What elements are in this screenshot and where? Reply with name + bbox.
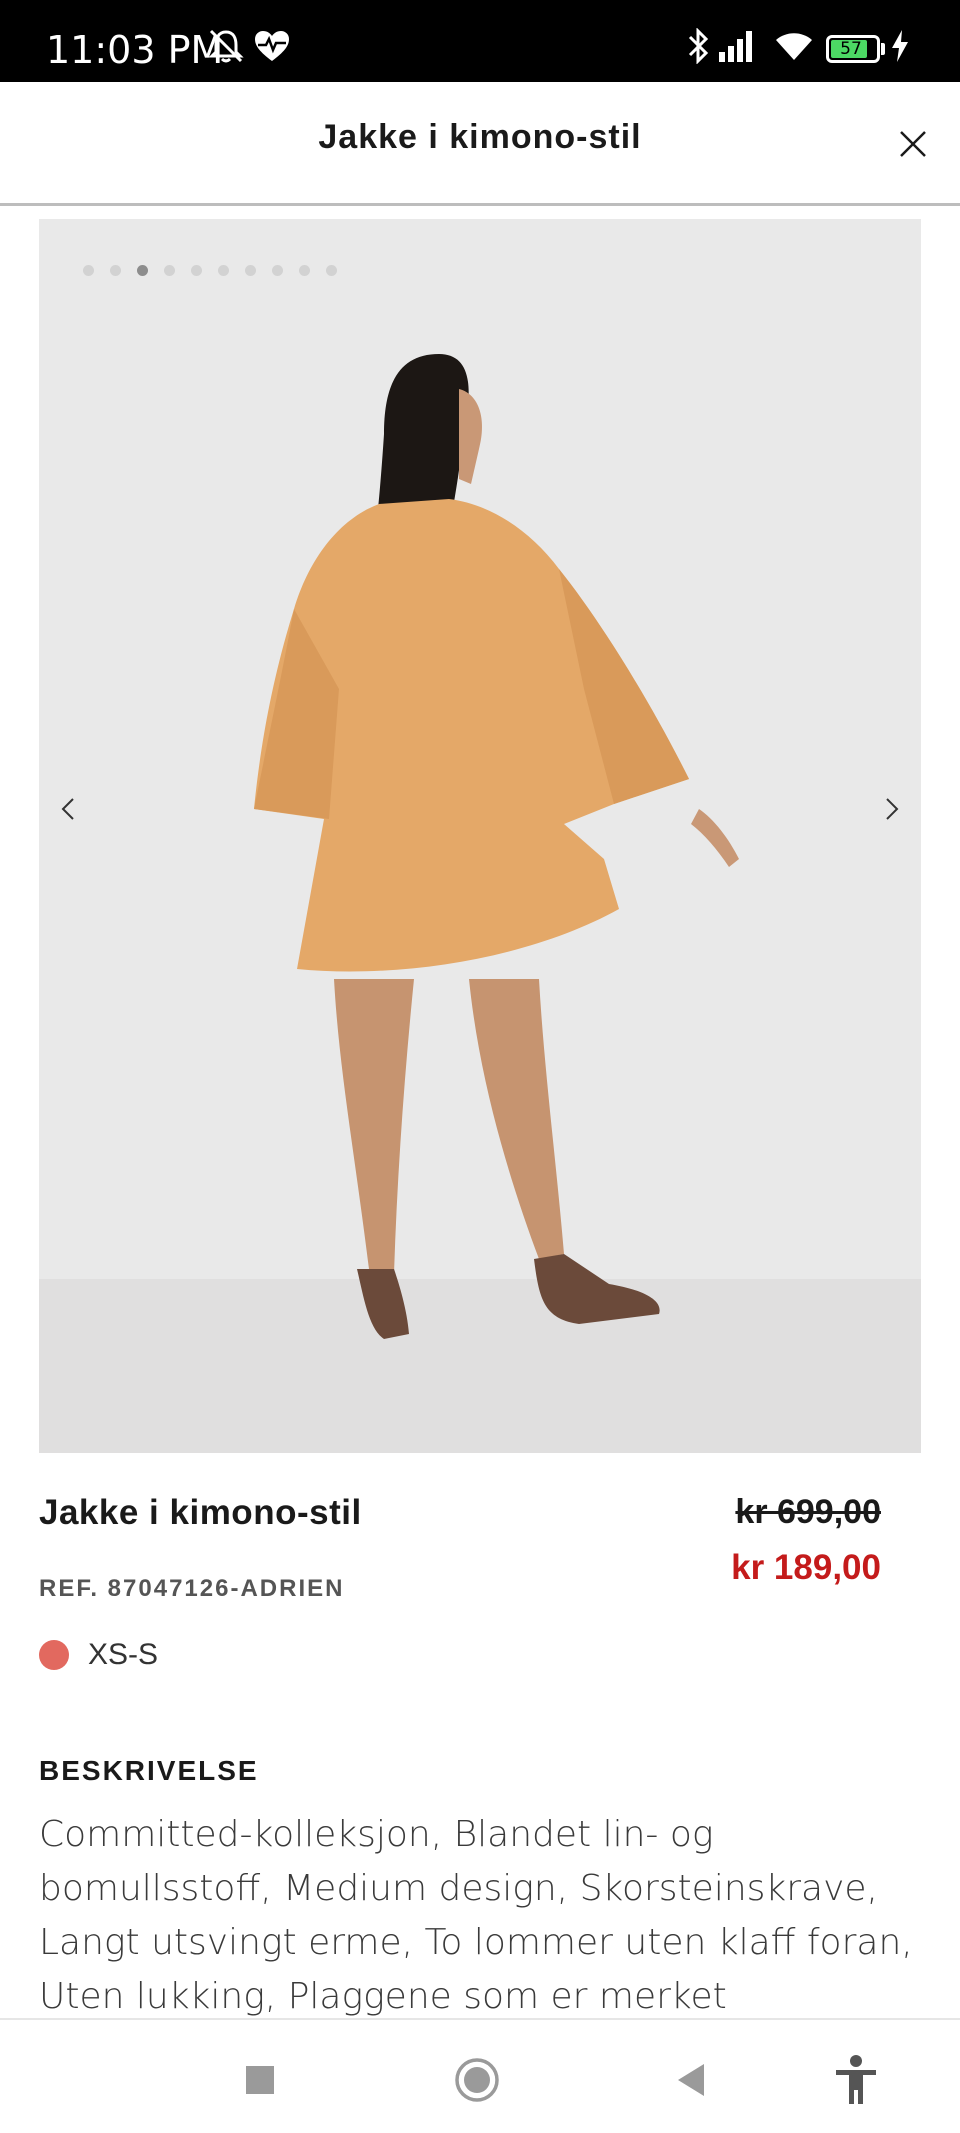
page-header: Jakke i kimono-stil — [0, 82, 960, 206]
close-icon[interactable] — [893, 124, 933, 164]
battery-icon: 57 — [826, 35, 880, 63]
chevron-right-icon[interactable] — [871, 789, 911, 829]
product-reference: REF. 87047126-ADRIEN — [39, 1575, 345, 1602]
home-icon[interactable] — [449, 2052, 505, 2108]
status-bar: 11:03 PM 57 — [0, 0, 960, 82]
pagination-dot[interactable] — [83, 265, 94, 276]
charging-icon — [892, 30, 908, 62]
pagination-dot[interactable] — [218, 265, 229, 276]
product-name: Jakke i kimono-stil — [39, 1493, 362, 1532]
pagination-dot[interactable] — [272, 265, 283, 276]
accessibility-icon[interactable] — [828, 2052, 884, 2108]
back-icon[interactable] — [664, 2052, 720, 2108]
battery-level: 57 — [840, 39, 862, 59]
bluetooth-icon — [688, 28, 709, 64]
original-price: kr 699,00 — [735, 1493, 881, 1531]
pagination-dot[interactable] — [110, 265, 121, 276]
pagination-dot[interactable] — [326, 265, 337, 276]
pagination-dot[interactable] — [191, 265, 202, 276]
signal-icon — [719, 31, 752, 62]
system-nav-bar — [0, 2018, 960, 2133]
page-title: Jakke i kimono-stil — [318, 118, 642, 156]
heart-pulse-icon — [255, 31, 289, 61]
product-image-gallery[interactable] — [39, 219, 921, 1453]
pagination-dot[interactable] — [164, 265, 175, 276]
status-time: 11:03 PM — [46, 28, 224, 72]
recents-icon[interactable] — [232, 2052, 288, 2108]
color-swatch[interactable] — [39, 1640, 69, 1670]
pagination-dot[interactable] — [299, 265, 310, 276]
chevron-left-icon[interactable] — [49, 789, 89, 829]
sale-price: kr 189,00 — [731, 1548, 881, 1587]
pagination-dot[interactable] — [245, 265, 256, 276]
description-heading: BESKRIVELSE — [39, 1755, 259, 1786]
description-text: Committed-kolleksjon, Blandet lin- og bo… — [39, 1814, 913, 2017]
bell-off-icon — [208, 29, 244, 63]
gallery-pagination — [83, 265, 337, 276]
product-photo — [254, 354, 739, 1339]
wifi-icon — [776, 33, 812, 60]
pagination-dot-active[interactable] — [137, 265, 148, 276]
size-label: XS-S — [88, 1638, 159, 1671]
